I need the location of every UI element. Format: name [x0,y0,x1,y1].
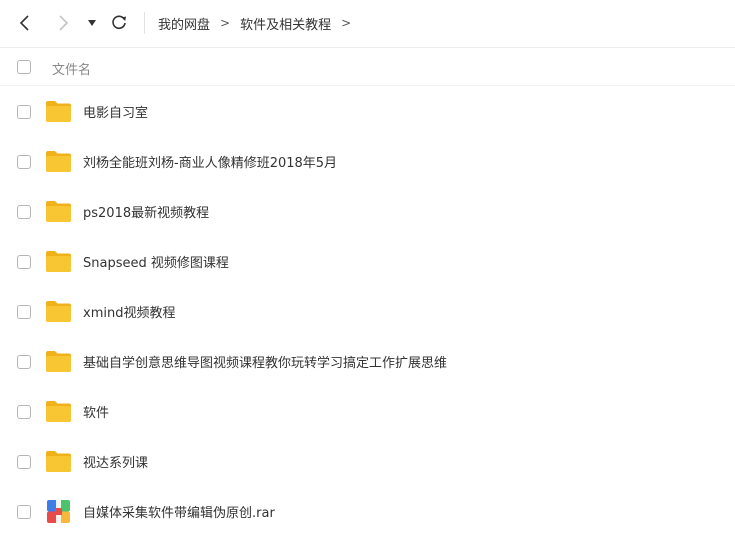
row-checkbox[interactable] [17,405,31,419]
breadcrumb: 我的网盘 > 软件及相关教程 > [158,13,361,33]
file-name[interactable]: ps2018最新视频教程 [83,202,209,221]
row-checkbox[interactable] [17,255,31,269]
file-name[interactable]: 视达系列课 [83,452,148,471]
history-dropdown-button[interactable] [84,12,100,34]
column-header-filename[interactable]: 文件名 [52,59,91,78]
refresh-icon [112,15,126,30]
caret-down-icon [88,20,96,26]
refresh-button[interactable] [108,12,130,34]
folder-row[interactable]: Snapseed 视频修图课程 [0,237,735,287]
file-name[interactable]: 基础自学创意思维导图视频课程教你玩转学习搞定工作扩展思维 [83,352,447,371]
file-name[interactable]: xmind视频教程 [83,302,175,321]
folder-row[interactable]: 视达系列课 [0,437,735,487]
chevron-right-icon [59,15,69,31]
row-checkbox[interactable] [17,505,31,519]
folder-icon [46,301,71,322]
folder-icon [46,201,71,222]
toolbar-divider [144,12,145,34]
breadcrumb-separator: > [220,16,231,30]
folder-row[interactable]: 软件 [0,387,735,437]
file-name[interactable]: 软件 [83,402,109,421]
row-checkbox[interactable] [17,455,31,469]
archive-file-icon [47,500,70,523]
folder-row[interactable]: ps2018最新视频教程 [0,187,735,237]
row-checkbox[interactable] [17,155,31,169]
row-checkbox[interactable] [17,305,31,319]
file-list-header: 文件名 [0,48,735,86]
folder-icon [46,101,71,122]
folder-icon [46,451,71,472]
breadcrumb-separator: > [341,16,352,30]
row-checkbox[interactable] [17,355,31,369]
folder-row[interactable]: 基础自学创意思维导图视频课程教你玩转学习搞定工作扩展思维 [0,337,735,387]
folder-icon [46,401,71,422]
row-checkbox[interactable] [17,105,31,119]
file-name[interactable]: 刘杨全能班刘杨-商业人像精修班2018年5月 [83,152,337,171]
folder-row[interactable]: xmind视频教程 [0,287,735,337]
breadcrumb-item-current[interactable]: 软件及相关教程 [240,14,331,33]
file-name[interactable]: Snapseed 视频修图课程 [83,252,229,271]
file-row[interactable]: 自媒体采集软件带编辑伪原创.rar [0,487,735,537]
folder-icon [46,151,71,172]
file-name[interactable]: 电影自习室 [83,102,148,121]
breadcrumb-item-root[interactable]: 我的网盘 [158,14,210,33]
chevron-left-icon [19,15,29,31]
folder-icon [46,351,71,372]
folder-icon [46,251,71,272]
select-all-checkbox[interactable] [17,60,31,74]
forward-button[interactable] [52,12,74,34]
file-list: 电影自习室刘杨全能班刘杨-商业人像精修班2018年5月 ps2018最新视频教程 S… [0,87,735,537]
folder-row[interactable]: 电影自习室 [0,87,735,137]
row-checkbox[interactable] [17,205,31,219]
file-name[interactable]: 自媒体采集软件带编辑伪原创.rar [83,502,275,521]
folder-row[interactable]: 刘杨全能班刘杨-商业人像精修班2018年5月 [0,137,735,187]
toolbar: 我的网盘 > 软件及相关教程 > [0,0,735,48]
back-button[interactable] [14,12,36,34]
